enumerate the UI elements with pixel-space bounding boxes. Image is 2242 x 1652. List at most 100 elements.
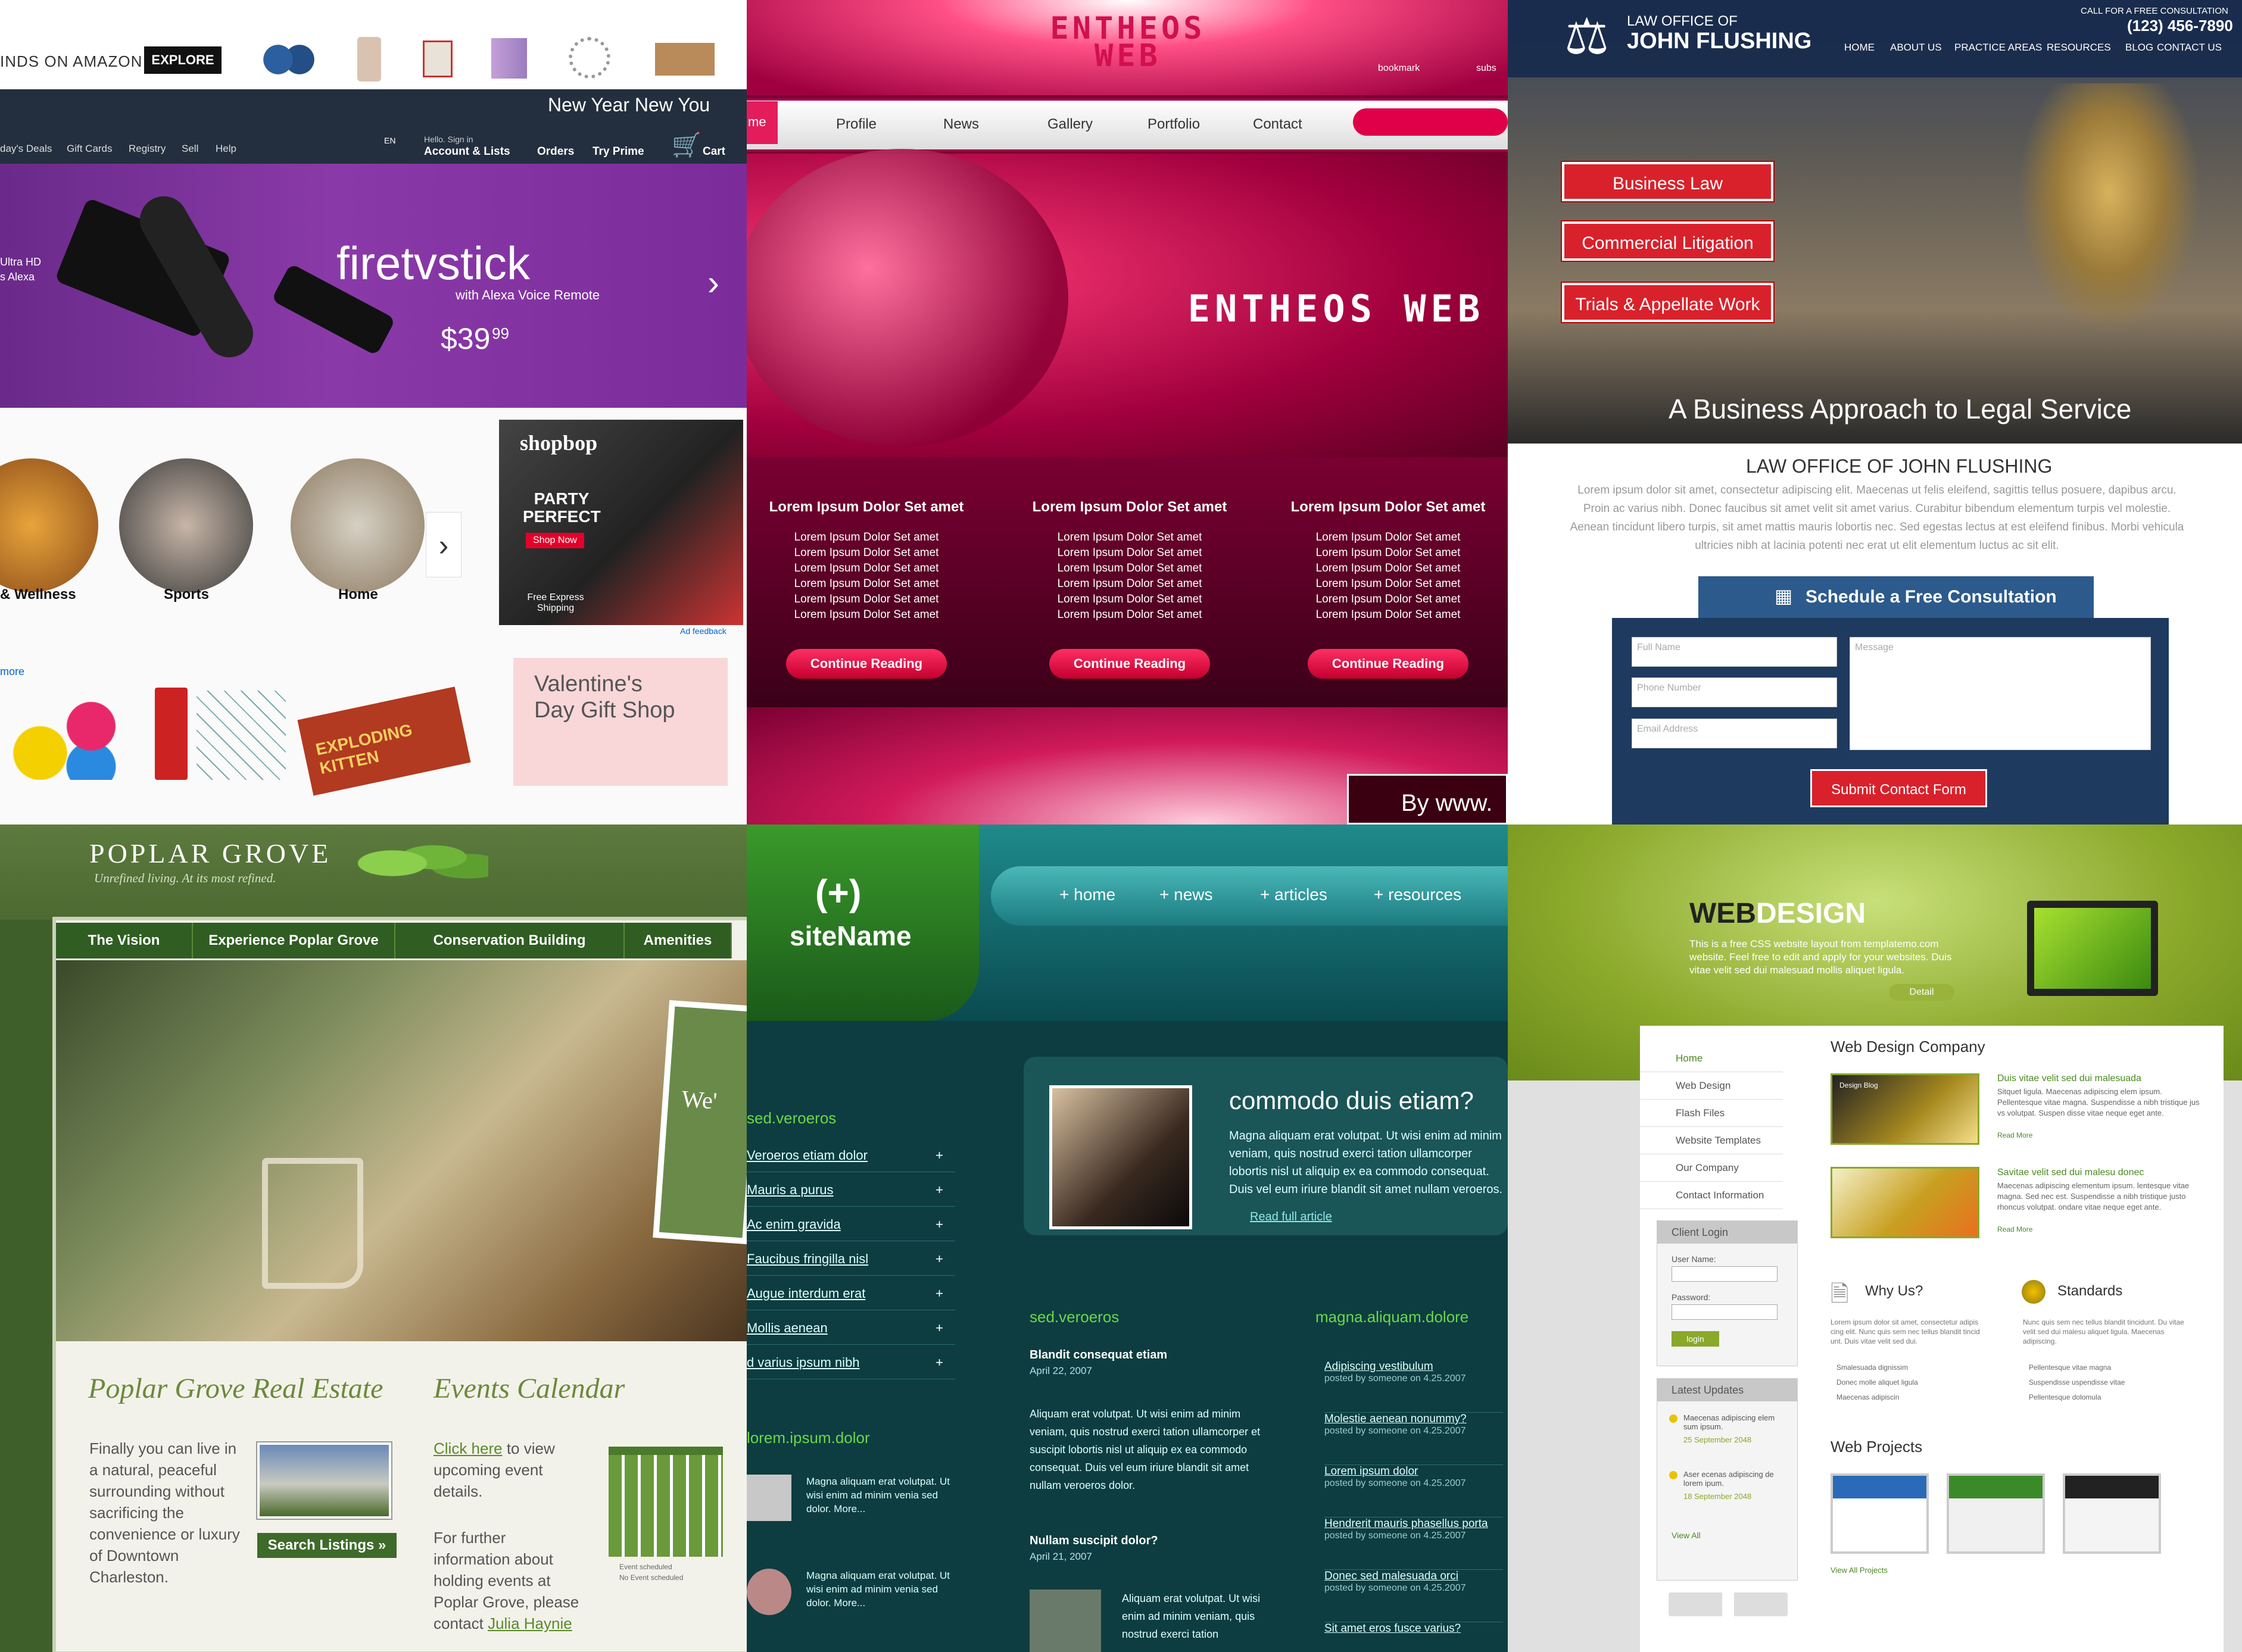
menu-home[interactable]: Home bbox=[1640, 1045, 1783, 1072]
commercial-litigation-button[interactable]: Commercial Litigation bbox=[1562, 221, 1773, 261]
product-thumb-4[interactable] bbox=[491, 38, 527, 79]
shop-now-button[interactable]: Shop Now bbox=[526, 533, 584, 548]
nav-resources[interactable]: + resources bbox=[1374, 885, 1461, 904]
right-list-link[interactable]: Donec sed malesuada orci bbox=[1324, 1570, 1503, 1583]
item-title-2[interactable]: Savitae velit sed dui malesu donec bbox=[1997, 1167, 2144, 1178]
right-list-link[interactable]: Hendrerit mauris phasellus porta bbox=[1324, 1517, 1503, 1531]
events-click-here-link[interactable]: Click here bbox=[434, 1439, 503, 1457]
events-calendar[interactable] bbox=[609, 1447, 723, 1557]
continue-reading-button-3[interactable]: Continue Reading bbox=[1308, 649, 1468, 679]
welcome-photo[interactable]: We' bbox=[653, 1000, 747, 1245]
explore-button[interactable]: EXPLORE bbox=[144, 46, 222, 74]
post-title-1[interactable]: Blandit consequat etiam bbox=[1030, 1348, 1167, 1362]
contact-julia-link[interactable]: Julia Haynie bbox=[488, 1614, 572, 1632]
playdoh-product[interactable] bbox=[12, 691, 125, 780]
nav-news[interactable]: News bbox=[943, 116, 979, 133]
see-more-link[interactable]: more bbox=[0, 666, 24, 678]
menu-flash-files[interactable]: Flash Files bbox=[1640, 1100, 1783, 1127]
business-law-button[interactable]: Business Law bbox=[1562, 162, 1773, 201]
orders-link[interactable]: Orders bbox=[537, 145, 574, 158]
right-list-link[interactable]: Sit amet eros fusce varius? bbox=[1324, 1622, 1503, 1635]
continue-reading-button-2[interactable]: Continue Reading bbox=[1049, 649, 1210, 679]
law-nav-home[interactable]: HOME bbox=[1844, 42, 1875, 54]
tab-amenities[interactable]: Amenities bbox=[625, 923, 732, 958]
project-thumb-1[interactable]: Design Blog bbox=[1831, 1073, 1979, 1145]
product-thumb-3[interactable] bbox=[423, 40, 453, 77]
nav-contact[interactable]: Contact bbox=[1253, 116, 1302, 133]
category-circle-home[interactable] bbox=[291, 458, 425, 592]
nav-link-registry[interactable]: Registry bbox=[129, 143, 166, 155]
nav-news[interactable]: + news bbox=[1159, 885, 1213, 904]
tab-the-vision[interactable]: The Vision bbox=[56, 923, 193, 958]
post-thumb-2[interactable] bbox=[1030, 1589, 1101, 1652]
menu-our-company[interactable]: Our Company bbox=[1640, 1154, 1783, 1182]
sidebar-link[interactable]: Augue interdum erat + bbox=[747, 1277, 955, 1310]
phone-number-field[interactable]: Phone Number bbox=[1632, 677, 1837, 707]
menu-website-templates[interactable]: Website Templates bbox=[1640, 1127, 1783, 1154]
view-all-link[interactable]: View All bbox=[1672, 1531, 1701, 1540]
shopbop-ad[interactable]: shopbop PARTY PERFECT Shop Now Free Expr… bbox=[499, 420, 743, 625]
lorem-thumb-2[interactable] bbox=[747, 1569, 791, 1615]
web-project-1[interactable] bbox=[1831, 1473, 1929, 1554]
search-listings-button[interactable]: Search Listings » bbox=[257, 1533, 397, 1558]
nav-articles[interactable]: + articles bbox=[1260, 885, 1327, 904]
menu-web-design[interactable]: Web Design bbox=[1640, 1072, 1783, 1100]
phone-number[interactable]: (123) 456-7890 bbox=[2127, 17, 2233, 35]
chevron-right-icon[interactable]: › bbox=[707, 262, 719, 303]
web-project-2[interactable] bbox=[1947, 1473, 2045, 1554]
hero-banner[interactable]: Ultra HD s Alexa firetvstick with Alexa … bbox=[0, 164, 747, 408]
cart-link[interactable]: Cart bbox=[703, 145, 725, 158]
view-all-projects-link[interactable]: View All Projects bbox=[1831, 1566, 1888, 1575]
product-thumb-5[interactable] bbox=[569, 37, 610, 79]
law-nav-contact[interactable]: CONTACT US bbox=[2157, 42, 2222, 54]
read-more-link-1[interactable]: Read More bbox=[1997, 1131, 2032, 1139]
submit-contact-button[interactable]: Submit Contact Form bbox=[1810, 769, 1987, 807]
post-title-2[interactable]: Nullam suscipit dolor? bbox=[1030, 1534, 1158, 1548]
tab-experience[interactable]: Experience Poplar Grove bbox=[193, 923, 395, 958]
nav-profile[interactable]: Profile bbox=[836, 116, 877, 133]
law-nav-resources[interactable]: RESOURCES bbox=[2047, 42, 2111, 54]
law-nav-blog[interactable]: BLOG bbox=[2125, 42, 2153, 54]
sidebar-link[interactable]: Veroeros etiam dolor + bbox=[747, 1139, 955, 1172]
w3c-badges[interactable] bbox=[1669, 1592, 1788, 1616]
promo-text[interactable]: New Year New You bbox=[548, 94, 710, 116]
right-list-link[interactable]: Adipiscing vestibulum bbox=[1324, 1360, 1503, 1373]
read-more-link-2[interactable]: Read More bbox=[1997, 1225, 2032, 1233]
sidebar-link[interactable]: Mauris a purus + bbox=[747, 1173, 955, 1207]
category-circle-sports[interactable] bbox=[119, 458, 253, 592]
subscribe-link[interactable]: subs bbox=[1476, 63, 1496, 74]
ad-feedback-link[interactable]: Ad feedback bbox=[680, 626, 726, 636]
nav-link-help[interactable]: Help bbox=[216, 143, 236, 155]
sidebar-link[interactable]: Mollis aenean + bbox=[747, 1311, 955, 1345]
product-molecule[interactable] bbox=[197, 691, 286, 780]
schedule-tab[interactable]: ▦ Schedule a Free Consultation bbox=[1698, 576, 2094, 618]
house-photo[interactable] bbox=[257, 1442, 391, 1519]
category-label-sports[interactable]: Sports bbox=[164, 586, 209, 603]
nav-home[interactable]: + home bbox=[1059, 885, 1115, 904]
account-menu[interactable]: Account & Lists bbox=[424, 145, 510, 158]
law-nav-practice[interactable]: PRACTICE AREAS bbox=[1954, 42, 2042, 54]
full-name-field[interactable]: Full Name bbox=[1632, 637, 1837, 667]
login-button[interactable]: login bbox=[1672, 1331, 1719, 1347]
right-list-link[interactable]: Molestie aenean nonummy? bbox=[1324, 1413, 1503, 1426]
sidebar-link[interactable]: Faucibus fringilla nisl + bbox=[747, 1242, 955, 1276]
username-input[interactable] bbox=[1672, 1266, 1778, 1282]
product-thumb-1[interactable] bbox=[262, 42, 316, 77]
category-label-wellness[interactable]: & Wellness bbox=[0, 586, 76, 603]
nav-home-tab[interactable]: me bbox=[747, 101, 778, 144]
item-title-1[interactable]: Duis vitae velit sed dui malesuada bbox=[1997, 1073, 2141, 1084]
detail-button[interactable]: Detail bbox=[1889, 984, 1954, 1001]
law-nav-about[interactable]: ABOUT US bbox=[1890, 42, 1942, 54]
project-thumb-2[interactable] bbox=[1831, 1167, 1979, 1238]
read-full-article-link[interactable]: Read full article bbox=[1250, 1210, 1332, 1224]
tab-conservation[interactable]: Conservation Building bbox=[395, 923, 625, 958]
nav-link-giftcards[interactable]: Gift Cards bbox=[67, 143, 113, 155]
category-label-home[interactable]: Home bbox=[338, 586, 378, 603]
lorem-thumb-1[interactable] bbox=[747, 1475, 791, 1521]
nav-link-sell[interactable]: Sell bbox=[182, 143, 198, 155]
cart-icon[interactable]: 🛒 bbox=[672, 131, 701, 159]
password-input[interactable] bbox=[1672, 1304, 1778, 1320]
prime-link[interactable]: Try Prime bbox=[593, 145, 644, 158]
language-selector[interactable]: EN bbox=[384, 136, 395, 145]
bookmark-link[interactable]: bookmark bbox=[1378, 63, 1420, 74]
